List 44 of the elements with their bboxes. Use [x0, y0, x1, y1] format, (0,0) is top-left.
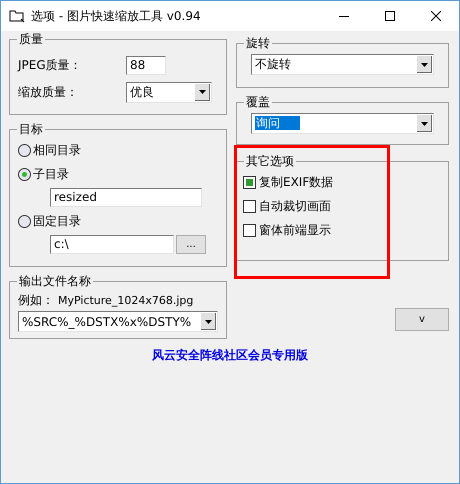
checkbox[interactable] [243, 176, 256, 188]
checkbox[interactable] [243, 224, 256, 236]
radio-button[interactable] [18, 168, 31, 180]
rotate-dropdown[interactable]: 不旋转 [251, 54, 434, 75]
path-field[interactable]: resized [50, 188, 202, 207]
folder-icon [9, 9, 25, 23]
browse-button[interactable]: ... [176, 235, 206, 254]
window-title: 选项 - 图片快速缩放工具 v0.94 [31, 8, 202, 24]
checkbox-label: 复制EXIF数据 [259, 174, 334, 190]
group-title: 其它选项 [244, 154, 296, 168]
dropdown-button[interactable] [416, 56, 432, 73]
caret-icon [421, 62, 428, 66]
expand-button[interactable]: v [395, 308, 449, 331]
radio-label: 相同目录 [33, 142, 81, 158]
group-title: 旋转 [244, 36, 272, 50]
filename-pattern-dropdown[interactable]: %SRC%_%DSTX%x%DSTY% [18, 311, 218, 332]
example-label: 例如： [18, 292, 55, 308]
caret-icon [205, 320, 212, 324]
group-title: 目标 [17, 122, 45, 136]
close-icon [431, 11, 441, 21]
caret-icon [421, 122, 428, 126]
checkbox-label: 窗体前端显示 [259, 222, 331, 238]
edition-note: 风云安全阵线社区会员专用版 [152, 347, 308, 364]
example-filename: MyPicture_1024x768.jpg [58, 294, 194, 306]
checkbox[interactable] [243, 200, 256, 212]
radio-label: 固定目录 [33, 212, 81, 230]
field-label: JPEG质量： [18, 56, 83, 74]
maximize-icon [385, 11, 395, 21]
field-label: 缩放质量： [18, 84, 79, 100]
overwrite-dropdown[interactable]: 询问 [251, 113, 434, 134]
group-title: 输出文件名称 [17, 274, 93, 288]
group-title: 质量 [17, 32, 45, 46]
radio-button[interactable] [18, 214, 31, 228]
radio-label: 子目录 [33, 166, 69, 182]
path-field[interactable]: c:\ [50, 235, 174, 254]
radio-button[interactable] [18, 144, 31, 156]
dropdown-button[interactable] [194, 84, 210, 100]
group-title: 覆盖 [244, 95, 272, 109]
scale-quality-dropdown[interactable]: 优良 [126, 82, 212, 102]
dropdown-button[interactable] [416, 115, 432, 132]
jpeg-quality-field[interactable]: 88 [126, 56, 166, 74]
dropdown-button[interactable] [200, 313, 216, 330]
checkbox-label: 自动裁切画面 [259, 198, 331, 214]
caret-icon [199, 90, 206, 94]
